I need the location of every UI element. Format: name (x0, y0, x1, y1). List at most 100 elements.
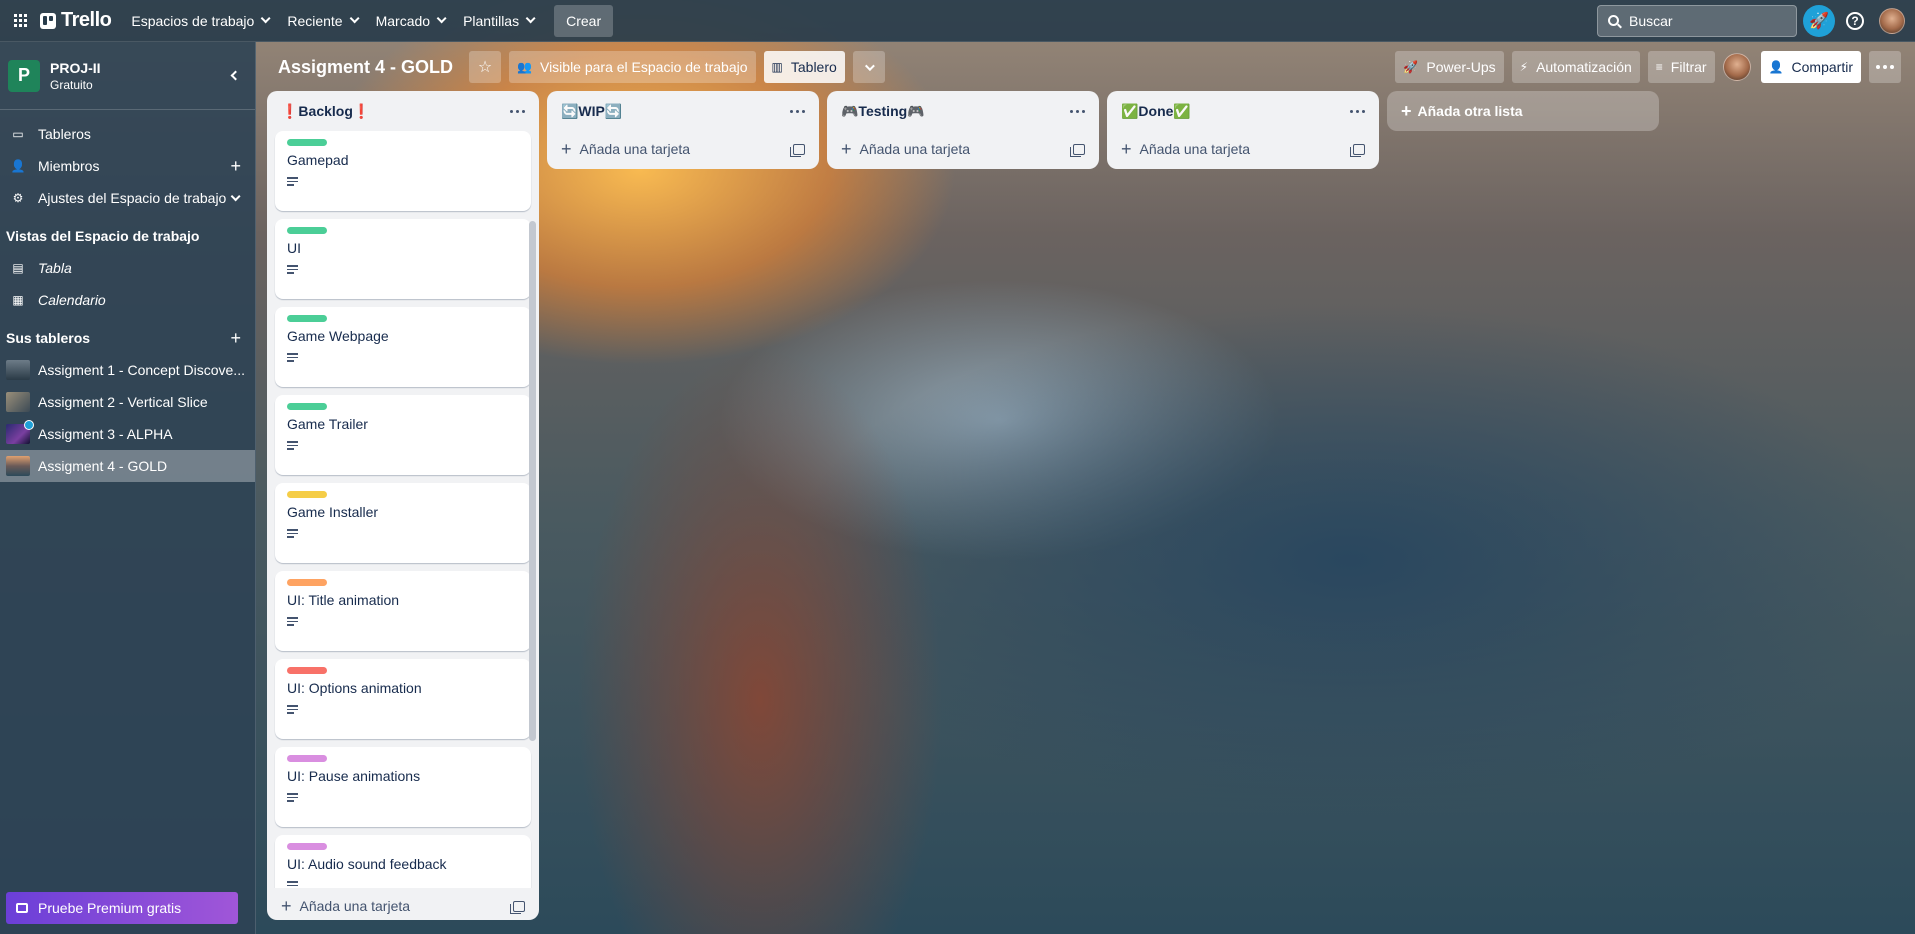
your-boards-heading: Sus tableros + (0, 322, 255, 354)
sidebar-board-item[interactable]: Assigment 3 - ALPHA (0, 418, 255, 450)
starred-menu[interactable]: Marcado (366, 5, 453, 37)
sidebar-item-calendar-view[interactable]: ▦ Calendario (0, 284, 255, 316)
card-label[interactable] (287, 315, 327, 322)
board-view-icon: ▥ (771, 60, 783, 74)
list-cards-scroll-area[interactable]: Gamepad UI Game Webpage Game Trailer Game In… (267, 131, 539, 888)
collapse-sidebar-button[interactable] (221, 63, 247, 89)
card-label[interactable] (287, 843, 327, 850)
visibility-button[interactable]: 👥 Visible para el Espacio de trabajo (509, 51, 756, 83)
board-thumbnail (6, 456, 30, 476)
templates-menu[interactable]: Plantillas (453, 5, 542, 37)
create-from-template-icon[interactable] (790, 143, 805, 157)
grid-icon (13, 14, 27, 27)
chevron-left-icon (230, 70, 241, 81)
sidebar-item-workspace-settings[interactable]: ⚙ Ajustes del Espacio de trabajo (0, 182, 255, 214)
card[interactable]: Game Webpage (275, 307, 531, 387)
notifications-button[interactable]: 🚀 (1803, 4, 1835, 37)
star-icon: ☆ (477, 59, 493, 76)
add-member-plus-icon[interactable]: + (230, 156, 241, 177)
list-scrollbar[interactable] (529, 221, 536, 741)
card[interactable]: UI: Audio sound feedback (275, 835, 531, 888)
power-ups-button[interactable]: 🚀 Power-Ups (1395, 51, 1504, 83)
card-label[interactable] (287, 403, 327, 410)
trello-logo[interactable]: Trello (40, 9, 112, 32)
workspaces-menu-label: Espacios de trabajo (131, 12, 255, 29)
board-item-label: Assigment 2 - Vertical Slice (38, 394, 208, 410)
create-from-template-icon[interactable] (1350, 143, 1365, 157)
card-label[interactable] (287, 139, 327, 146)
add-card-button[interactable]: + Añada una tarjeta (547, 131, 819, 167)
add-another-list-button[interactable]: + Añada otra lista (1387, 91, 1659, 131)
help-button[interactable]: ? (1839, 5, 1871, 37)
rocket-icon: 🚀 (1809, 12, 1829, 30)
try-premium-button[interactable]: Pruebe Premium gratis (6, 892, 238, 924)
card-label[interactable] (287, 667, 327, 674)
card[interactable]: Game Trailer (275, 395, 531, 475)
board-member-avatar[interactable] (1722, 53, 1751, 81)
list-title[interactable]: ❗Backlog❗ (281, 103, 370, 120)
create-button[interactable]: Crear (554, 4, 614, 37)
add-list-label: Añada otra lista (1417, 103, 1523, 119)
list-title[interactable]: 🎮Testing🎮 (841, 103, 925, 120)
recent-menu[interactable]: Reciente (277, 5, 365, 37)
card-label[interactable] (287, 755, 327, 762)
sidebar-board-item[interactable]: Assigment 2 - Vertical Slice (0, 386, 255, 418)
board-title[interactable]: Assigment 4 - GOLD (278, 57, 453, 78)
automation-button[interactable]: ⚡ Automatización (1511, 51, 1640, 83)
create-from-template-icon[interactable] (1070, 143, 1085, 157)
section-title: Sus tableros (6, 330, 91, 346)
recent-menu-label: Reciente (287, 12, 343, 29)
add-card-button[interactable]: + Añada una tarjeta (1107, 131, 1379, 167)
description-icon (287, 353, 298, 362)
premium-label: Pruebe Premium gratis (38, 900, 182, 916)
workspaces-menu[interactable]: Espacios de trabajo (121, 5, 277, 37)
description-icon (287, 617, 298, 626)
add-board-plus-icon[interactable]: + (230, 328, 241, 349)
card[interactable]: Gamepad (275, 131, 531, 211)
card[interactable]: UI: Options animation (275, 659, 531, 739)
view-switcher-button[interactable] (852, 51, 885, 83)
list-menu-button[interactable] (505, 99, 529, 123)
sidebar-item-table-view[interactable]: ▤ Tabla (0, 252, 255, 284)
card-label[interactable] (287, 227, 327, 234)
card[interactable]: Game Installer (275, 483, 531, 563)
sidebar-board-item-active[interactable]: Assigment 4 - GOLD (0, 450, 255, 482)
add-card-label: Añada una tarjeta (579, 141, 691, 157)
search-box[interactable] (1597, 4, 1797, 37)
card[interactable]: UI: Pause animations (275, 747, 531, 827)
list-menu-button[interactable] (1065, 99, 1089, 123)
card[interactable]: UI (275, 219, 531, 299)
card-container: Gamepad UI Game Webpage Game Trailer Game In… (267, 131, 539, 888)
add-card-button[interactable]: + Añada una tarjeta (827, 131, 1099, 167)
account-avatar[interactable] (1879, 7, 1905, 34)
app-switcher-button[interactable] (6, 7, 34, 35)
sidebar-item-label: Ajustes del Espacio de trabajo (38, 190, 227, 206)
list-title[interactable]: 🔄WIP🔄 (561, 103, 622, 120)
add-card-button[interactable]: + Añada una tarjeta (267, 888, 539, 924)
workspace-name[interactable]: PROJ-II (50, 60, 101, 76)
filter-button[interactable]: ≡ Filtrar (1647, 51, 1715, 83)
list-menu-button[interactable] (1345, 99, 1369, 123)
sidebar-item-members[interactable]: 👤 Miembros + (0, 150, 255, 182)
board-menu-button[interactable] (1869, 51, 1901, 83)
list-menu-button[interactable] (785, 99, 809, 123)
description-icon (287, 529, 298, 538)
card-label[interactable] (287, 579, 327, 586)
chevron-down-icon (525, 13, 536, 24)
sidebar-board-item[interactable]: Assigment 1 - Concept Discove... (0, 354, 255, 386)
card[interactable]: UI: Title animation (275, 571, 531, 651)
help-icon: ? (1846, 11, 1864, 30)
star-board-button[interactable]: ☆ (469, 51, 502, 83)
more-options-icon (1069, 109, 1085, 113)
create-from-template-icon[interactable] (510, 900, 525, 914)
table-icon: ▤ (12, 261, 24, 275)
workspace-avatar[interactable]: P (8, 59, 40, 92)
search-input[interactable] (1629, 12, 1779, 29)
share-button[interactable]: 👤 Compartir (1760, 51, 1861, 83)
board-view-button[interactable]: ▥ Tablero (763, 51, 845, 83)
sidebar-item-boards[interactable]: ▭ Tableros (0, 118, 255, 150)
card-label[interactable] (287, 491, 327, 498)
chevron-down-icon (865, 60, 876, 71)
list-title[interactable]: ✅Done✅ (1121, 103, 1191, 120)
more-options-icon (1349, 109, 1365, 113)
